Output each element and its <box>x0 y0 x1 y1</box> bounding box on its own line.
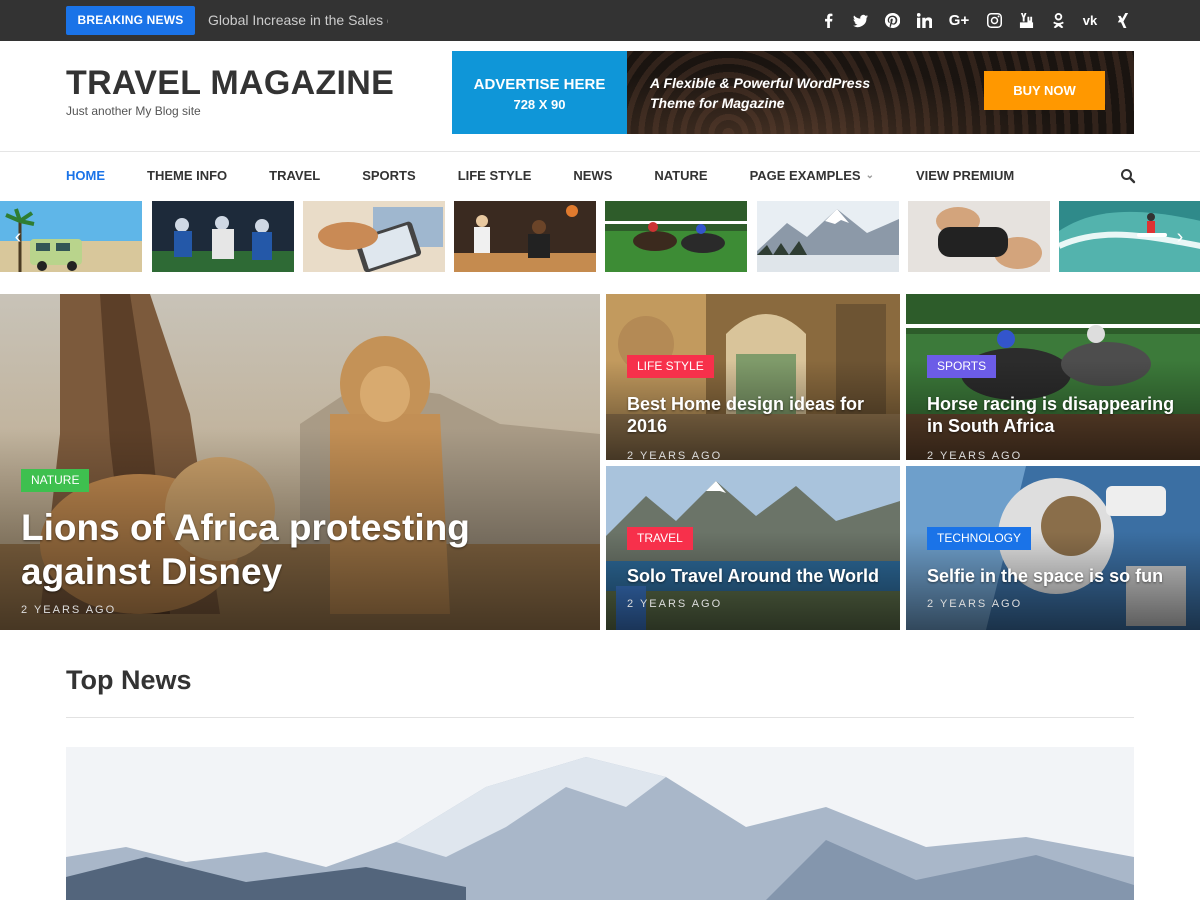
thumbnail-carousel: ‹ › <box>0 201 1200 272</box>
ad-tagline: A Flexible & Powerful WordPress Theme fo… <box>650 73 870 113</box>
nav-view-premium[interactable]: VIEW PREMIUM <box>916 168 1014 183</box>
chevron-down-icon: ⌄ <box>865 169 874 181</box>
top-news-image[interactable] <box>66 747 1134 900</box>
xing-icon[interactable] <box>1106 0 1138 41</box>
vk-icon[interactable]: vk <box>1074 0 1106 41</box>
section-title-top-news: Top News <box>66 665 192 695</box>
instagram-icon[interactable] <box>978 0 1010 41</box>
pinterest-icon[interactable] <box>876 0 908 41</box>
youtube-icon[interactable] <box>1010 0 1042 41</box>
featured-post-4-title[interactable]: Selfie in the space is so fun <box>927 565 1187 587</box>
breaking-news-ticker[interactable]: Global Increase in the Sales o <box>208 0 388 41</box>
carousel-thumb-basketball[interactable] <box>454 201 596 272</box>
carousel-thumb-gamepad[interactable] <box>908 201 1050 272</box>
site-tagline: Just another My Blog site <box>66 104 201 118</box>
facebook-icon[interactable] <box>812 0 844 41</box>
site-title[interactable]: TRAVEL MAGAZINE <box>66 64 394 103</box>
featured-post-2-title[interactable]: Horse racing is disappearing in South Af… <box>927 393 1187 437</box>
ad-tagline-line1: A Flexible & Powerful WordPress <box>650 75 871 91</box>
carousel-prev-arrow[interactable]: ‹ <box>8 225 28 249</box>
featured-post-1-title[interactable]: Best Home design ideas for 2016 <box>627 393 887 437</box>
category-badge-nature[interactable]: NATURE <box>21 469 90 492</box>
featured-main-date: 2 YEARS AGO <box>21 604 117 616</box>
featured-post-3[interactable]: TRAVEL Solo Travel Around the World 2 YE… <box>606 466 900 630</box>
top-bar: BREAKING NEWS Global Increase in the Sal… <box>0 0 1200 41</box>
linkedin-icon[interactable] <box>908 0 940 41</box>
odnoklassniki-icon[interactable] <box>1042 0 1074 41</box>
featured-post-1-date: 2 YEARS AGO <box>627 450 723 460</box>
breaking-news-badge: BREAKING NEWS <box>66 6 195 35</box>
search-icon[interactable] <box>1120 168 1136 184</box>
ad-advertise-box: ADVERTISE HERE 728 X 90 <box>452 51 627 134</box>
featured-post-1[interactable]: LIFE STYLE Best Home design ideas for 20… <box>606 294 900 460</box>
featured-main-post[interactable]: NATURE Lions of Africa protesting agains… <box>0 294 600 630</box>
featured-post-2[interactable]: SPORTS Horse racing is disappearing in S… <box>906 294 1200 460</box>
category-badge-life-style[interactable]: LIFE STYLE <box>627 355 714 378</box>
nav-news[interactable]: NEWS <box>573 168 612 183</box>
featured-post-4-date: 2 YEARS AGO <box>927 598 1023 610</box>
featured-main-title[interactable]: Lions of Africa protesting against Disne… <box>21 506 541 594</box>
featured-post-2-date: 2 YEARS AGO <box>927 450 1023 460</box>
nav-nature[interactable]: NATURE <box>654 168 707 183</box>
nav-theme-info[interactable]: THEME INFO <box>147 168 227 183</box>
nav-life-style[interactable]: LIFE STYLE <box>458 168 532 183</box>
ad-size-label: 728 X 90 <box>513 97 566 112</box>
nav-page-examples[interactable]: PAGE EXAMPLES ⌄ <box>750 168 874 183</box>
carousel-thumb-football[interactable] <box>152 201 294 272</box>
main-nav: HOME THEME INFO TRAVEL SPORTS LIFE STYLE… <box>66 152 1056 198</box>
social-links: G+ vk <box>812 0 1138 41</box>
ad-advertise-label: ADVERTISE HERE <box>473 76 606 93</box>
carousel-thumb-mountains[interactable] <box>757 201 899 272</box>
buy-now-button[interactable]: BUY NOW <box>984 71 1105 110</box>
carousel-thumb-horse-racing[interactable] <box>605 201 747 272</box>
nav-page-examples-label: PAGE EXAMPLES <box>749 167 861 183</box>
section-divider <box>66 717 1134 718</box>
category-badge-technology[interactable]: TECHNOLOGY <box>927 527 1032 550</box>
category-badge-travel[interactable]: TRAVEL <box>627 527 693 550</box>
google-plus-icon[interactable]: G+ <box>940 0 978 41</box>
carousel-next-arrow[interactable]: › <box>1170 225 1190 249</box>
ad-banner[interactable]: ADVERTISE HERE 728 X 90 A Flexible & Pow… <box>452 51 1134 134</box>
featured-post-3-title[interactable]: Solo Travel Around the World <box>627 565 887 587</box>
twitter-icon[interactable] <box>844 0 876 41</box>
nav-home[interactable]: HOME <box>66 168 105 183</box>
nav-sports[interactable]: SPORTS <box>362 168 415 183</box>
featured-post-4[interactable]: TECHNOLOGY Selfie in the space is so fun… <box>906 466 1200 630</box>
ad-tagline-line2: Theme for Magazine <box>650 95 785 111</box>
carousel-thumb-tablet[interactable] <box>303 201 445 272</box>
nav-travel[interactable]: TRAVEL <box>269 168 320 183</box>
featured-post-3-date: 2 YEARS AGO <box>627 598 723 610</box>
category-badge-sports[interactable]: SPORTS <box>927 355 997 378</box>
